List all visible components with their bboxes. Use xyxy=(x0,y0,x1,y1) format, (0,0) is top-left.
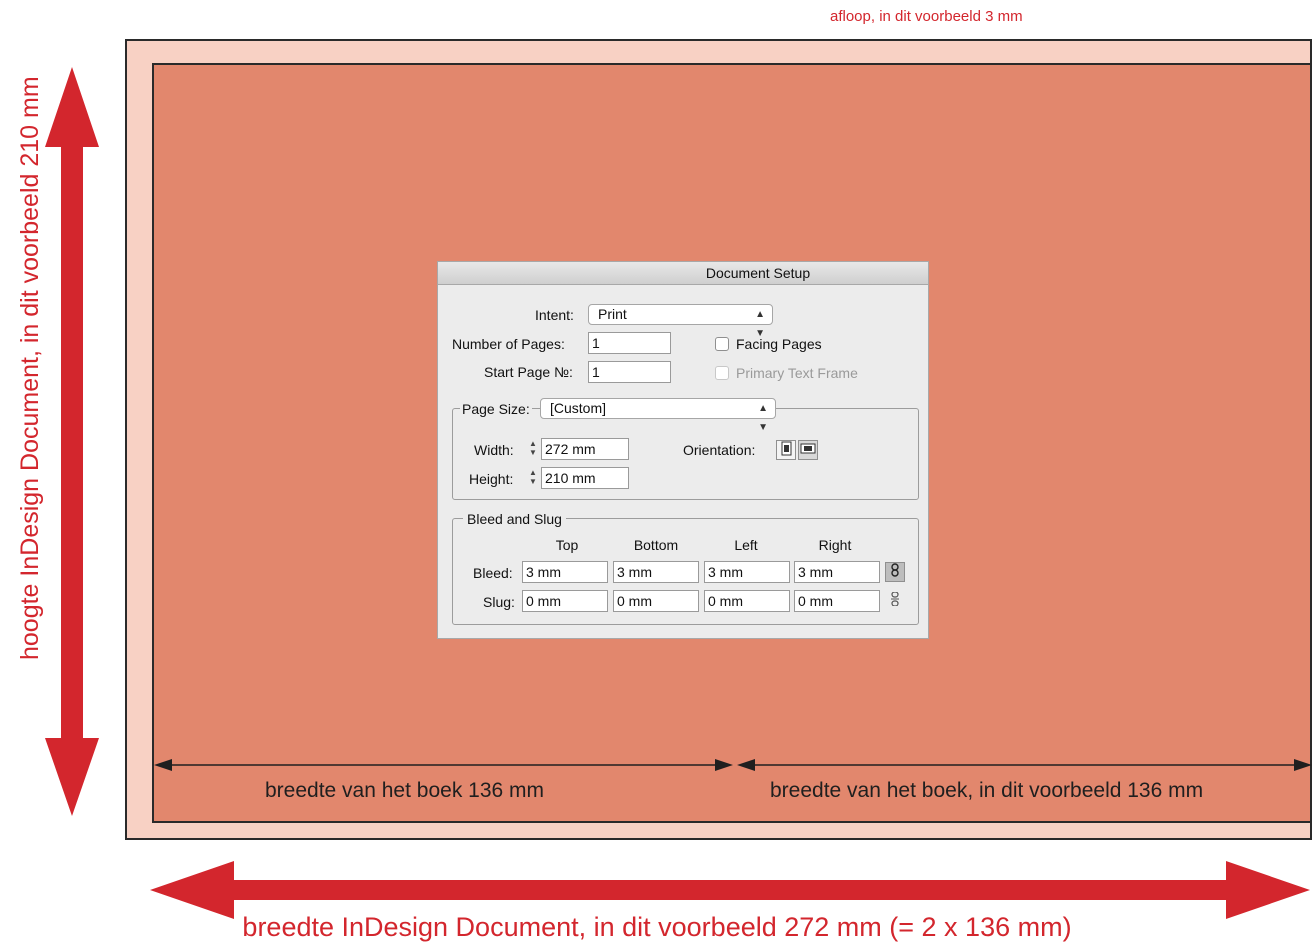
intent-value: Print xyxy=(598,306,627,322)
broken-chain-icon[interactable] xyxy=(885,591,905,611)
document-height-caption: hoogte InDesign Document, in dit voorbee… xyxy=(16,76,44,660)
pages-input[interactable]: 1 xyxy=(588,332,671,354)
width-label: Width: xyxy=(474,442,514,458)
slug-left-input[interactable]: 0 mm xyxy=(704,590,790,612)
document-setup-dialog: Document Setup Intent: Print ▲ ▼ Number o… xyxy=(437,261,929,639)
primary-text-frame-checkbox[interactable] xyxy=(715,366,729,380)
slug-top-input[interactable]: 0 mm xyxy=(522,590,608,612)
start-page-label: Start Page №: xyxy=(484,364,573,380)
column-header-left: Left xyxy=(734,537,758,553)
bleed-bottom-input[interactable]: 3 mm xyxy=(613,561,699,583)
column-header-bottom: Bottom xyxy=(633,537,679,553)
chain-link-icon[interactable] xyxy=(885,562,905,582)
bleed-slug-label: Bleed and Slug xyxy=(463,511,566,527)
select-arrows-icon: ▲ ▼ xyxy=(758,403,768,433)
facing-pages-label: Facing Pages xyxy=(736,336,822,352)
page-left-arrow xyxy=(154,759,733,771)
bleed-left-input[interactable]: 3 mm xyxy=(704,561,790,583)
page-width-caption-left: breedte van het boek 136 mm xyxy=(265,779,545,802)
page-size-select[interactable]: [Custom] ▲ ▼ xyxy=(540,398,776,433)
height-label: Height: xyxy=(469,471,514,487)
page-right-arrow xyxy=(737,759,1312,771)
orientation-label: Orientation: xyxy=(683,442,756,458)
width-input[interactable]: 272 mm xyxy=(541,438,629,460)
width-arrow xyxy=(150,861,1310,919)
slug-bottom-input[interactable]: 0 mm xyxy=(613,590,699,612)
bleed-right-input[interactable]: 3 mm xyxy=(794,561,880,583)
height-arrow xyxy=(45,67,99,816)
column-header-top: Top xyxy=(555,537,579,553)
height-input[interactable]: 210 mm xyxy=(541,467,629,489)
slug-right-input[interactable]: 0 mm xyxy=(794,590,880,612)
bleed-caption: afloop, in dit voorbeeld 3 mm xyxy=(830,8,1023,25)
document-width-caption: breedte InDesign Document, in dit voorbe… xyxy=(242,912,1072,942)
intent-label: Intent: xyxy=(535,307,574,323)
start-page-input[interactable]: 1 xyxy=(588,361,671,383)
pages-label: Number of Pages: xyxy=(452,336,565,352)
bleed-label: Bleed: xyxy=(473,565,513,581)
intent-select[interactable]: Print ▲ ▼ xyxy=(588,304,773,339)
slug-label: Slug: xyxy=(483,594,515,610)
height-stepper-icon[interactable]: ▲ ▼ xyxy=(527,468,539,488)
width-stepper-icon[interactable]: ▲ ▼ xyxy=(527,439,539,459)
column-header-right: Right xyxy=(818,537,852,553)
primary-text-frame-label: Primary Text Frame xyxy=(736,365,858,381)
dialog-titlebar[interactable]: Document Setup xyxy=(438,262,928,285)
facing-pages-checkbox[interactable] xyxy=(715,337,729,351)
page-size-label: Page Size: xyxy=(460,401,532,417)
page-size-value: [Custom] xyxy=(550,400,607,416)
page-width-caption-right: breedte van het boek, in dit voorbeeld 1… xyxy=(770,779,1204,802)
landscape-orientation-icon[interactable] xyxy=(798,440,818,460)
dialog-title: Document Setup xyxy=(705,265,811,281)
portrait-orientation-icon[interactable] xyxy=(776,440,796,460)
bleed-top-input[interactable]: 3 mm xyxy=(522,561,608,583)
